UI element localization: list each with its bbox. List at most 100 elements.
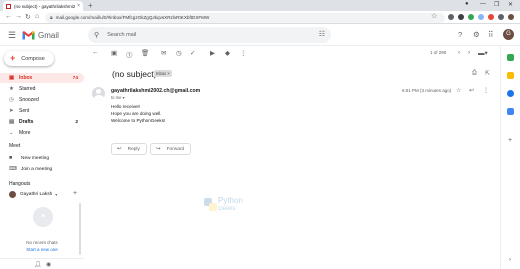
dropdown-icon[interactable]: ▾ [55,192,57,197]
address-bar[interactable]: 🔒︎ mail.google.com/mail/u/0/#inbox/FMfcg… [45,12,445,23]
more-options-icon[interactable]: ⋮ [240,49,247,57]
gmail-logo-icon [22,31,35,40]
tab-title: (no subject) - gayathrilakshmi2002.ch@gm… [14,3,76,9]
gmail-brand: Gmail [38,31,59,40]
minimize-button[interactable]: — [480,1,486,7]
snooze-icon[interactable]: ◷ [176,49,182,57]
star-bookmark-icon[interactable]: ☆ [431,12,437,20]
sidebar-item-snoozed[interactable]: ◷ Snoozed [0,95,84,105]
extension-icon[interactable] [488,14,494,20]
close-window-button[interactable]: ✕ [508,1,513,8]
sidebar-item-label: More [19,130,31,136]
calendar-icon[interactable] [507,54,514,61]
compose-label: Compose [21,55,45,62]
back-icon[interactable]: ← [5,13,12,20]
search-placeholder: Search mail [107,32,137,38]
move-to-icon[interactable]: ▶ [210,49,215,57]
browser-tab[interactable]: (no subject) - gayathrilakshmi2002.ch@gm… [3,1,83,11]
tab-close-icon[interactable]: × [77,3,80,9]
sender-email[interactable]: gayathrilakshmi2002.ch@gmail.com [111,88,200,94]
print-icon[interactable]: ⎙ [472,70,477,77]
sidebar-item-label: Inbox [19,75,33,81]
gmail-favicon-icon [6,3,11,9]
profile-avatar[interactable] [508,14,514,20]
person-icon[interactable]: 👤︎ [34,261,42,268]
reply-button[interactable]: ↩ Reply [111,143,147,155]
user-avatar-icon [9,191,16,198]
back-to-inbox-icon[interactable]: ← [92,49,99,56]
archive-icon[interactable]: ▣ [111,49,117,57]
tasks-icon[interactable] [507,90,514,97]
forward-icon: ↪ [156,146,161,152]
star-icon[interactable]: ☆ [456,87,461,94]
meet-item-label: New meeting [21,155,49,161]
sidebar-item-drafts[interactable]: ▤ Drafts 2 [0,117,84,127]
url-text: mail.google.com/mail/u/0/#inbox/FMfcgzGk… [55,15,210,20]
account-avatar[interactable]: G [503,29,514,40]
inbox-label-chip[interactable]: Inbox × [154,70,172,77]
keep-icon[interactable] [507,72,514,79]
mark-unread-icon[interactable]: ✉ [161,49,166,57]
add-chat-icon[interactable]: + [73,190,77,197]
newer-icon[interactable]: ‹ [458,49,460,56]
maximize-button[interactable]: ❐ [494,1,499,8]
keyboard-icon: ⌨ [9,166,17,172]
get-addons-icon[interactable]: + [508,137,512,144]
new-window-icon[interactable]: ⇱ [485,70,490,77]
hangouts-header: Hangouts [9,181,31,187]
forward-button[interactable]: ↪ Forward [150,143,192,155]
draft-icon: ▤ [9,119,15,125]
search-input[interactable]: ⚲ Search mail ☷ [88,27,331,43]
extension-icon[interactable] [478,14,484,20]
input-tools-icon[interactable]: ▬▾ [478,49,488,57]
sidebar-item-starred[interactable]: ★ Starred [0,84,84,94]
main-menu-icon[interactable]: ☰ [8,30,16,41]
new-meeting-item[interactable]: ■ New meeting [9,155,49,161]
clock-icon: ◷ [9,97,14,103]
side-panel [500,46,520,269]
hangouts-user[interactable]: Gayathri Laksh ▾ [9,191,57,198]
label-icon[interactable]: ◆ [225,49,230,57]
profile-dot-icon[interactable]: ● [465,1,469,7]
no-recent-chats: No recent chats [26,240,58,245]
collapse-panel-icon[interactable]: › [509,257,511,263]
report-spam-icon[interactable]: ⓵ [126,49,133,59]
extension-icon[interactable] [448,14,454,20]
sidebar-item-more[interactable]: ⌄ More [0,128,84,138]
plus-icon: + [10,53,16,63]
join-meeting-item[interactable]: ⌨ Join a meeting [9,166,52,172]
message-time: 6:51 PM (3 minutes ago) [402,88,452,93]
hangouts-icon[interactable]: ◉ [46,261,51,268]
video-icon: ■ [9,155,13,161]
forward-icon[interactable]: → [15,13,22,20]
search-icon[interactable]: ⚲ [94,31,99,39]
extension-icon[interactable] [468,14,474,20]
reload-icon[interactable]: ↻ [25,13,31,21]
contacts-icon[interactable] [507,108,514,115]
sender-avatar [92,87,105,100]
apps-grid-icon[interactable]: ⠿ [488,30,494,39]
sidebar-scrollbar[interactable] [79,203,81,255]
recipient-details[interactable]: to me ▾ [111,95,125,100]
new-tab-button[interactable]: + [88,1,93,10]
chat-bubble-icon: ❝ [33,207,53,227]
puzzle-extensions-icon[interactable] [498,14,504,20]
sidebar-item-label: Sent [19,108,30,114]
compose-button[interactable]: + Compose [4,51,54,66]
extension-icon[interactable] [458,14,464,20]
delete-icon[interactable]: 🗑︎ [141,49,149,57]
more-options-icon[interactable]: ⋮ [483,87,489,94]
add-task-icon[interactable]: ✓ [190,49,195,57]
older-icon[interactable]: › [468,49,470,56]
sidebar-item-label: Drafts [19,119,34,125]
sidebar-item-inbox[interactable]: ▣ Inbox 74 [0,73,84,83]
home-icon[interactable]: ⌂ [35,13,39,20]
help-icon[interactable]: ? [458,30,462,39]
draft-count: 2 [75,119,78,125]
sidebar-bottom-bar: 👤︎ ◉ [0,258,84,269]
gear-icon[interactable]: ⚙ [473,30,480,39]
start-new-chat-link[interactable]: Start a new one [0,247,84,252]
search-options-icon[interactable]: ☷ [319,30,325,38]
sidebar-item-sent[interactable]: ➤ Sent [0,106,84,116]
reply-icon[interactable]: ↩ [469,87,474,94]
